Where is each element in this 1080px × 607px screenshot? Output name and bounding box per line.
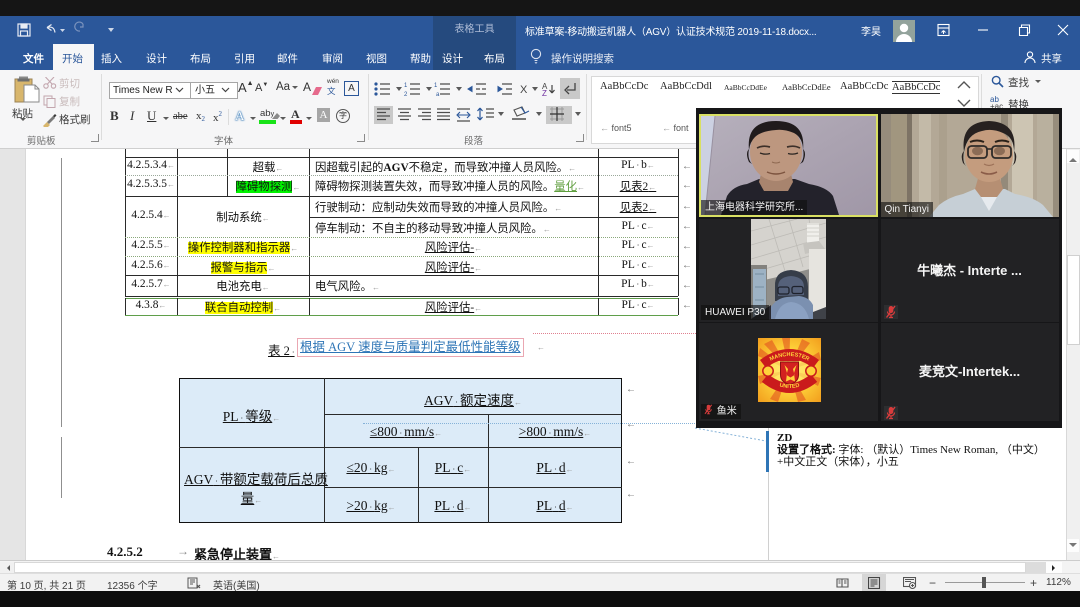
svg-text:2: 2 xyxy=(404,92,408,96)
svg-text:X: X xyxy=(520,84,528,96)
svg-text:1: 1 xyxy=(404,83,408,89)
svg-text:1: 1 xyxy=(434,83,438,89)
svg-text:Z: Z xyxy=(542,89,547,96)
svg-text:a: a xyxy=(436,92,440,96)
